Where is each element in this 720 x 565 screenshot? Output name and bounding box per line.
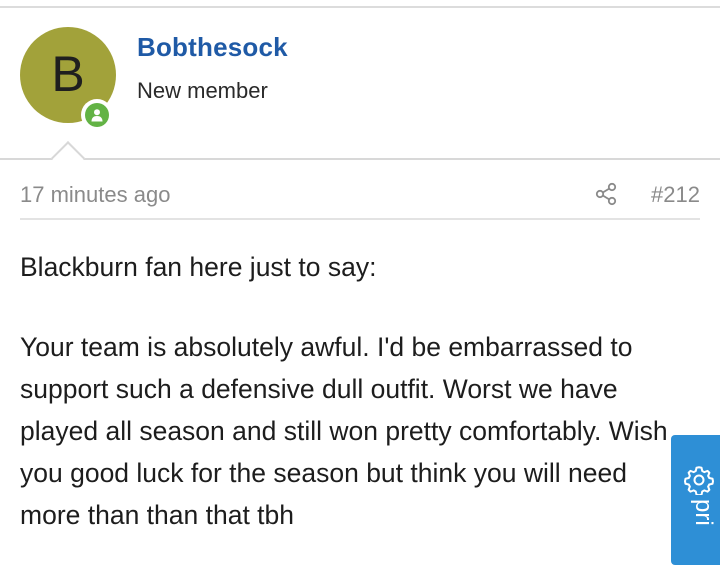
post-body: Blackburn fan here just to say: Your tea…: [20, 246, 670, 536]
privacy-settings-tab[interactable]: pri: [671, 435, 720, 565]
online-status-badge: [81, 99, 113, 131]
post-intro-text: Blackburn fan here just to say:: [20, 252, 377, 282]
post-meta: 17 minutes ago #212: [20, 176, 700, 218]
meta-divider: [20, 218, 700, 220]
username-link[interactable]: Bobthesock: [137, 32, 288, 63]
avatar-letter: B: [51, 46, 85, 102]
header-divider: [0, 158, 720, 160]
privacy-tab-label: pri: [690, 499, 717, 526]
gear-icon: [684, 466, 714, 495]
user-online-icon: [85, 103, 109, 127]
post-paragraph: Your team is absolutely awful. I'd be em…: [20, 332, 668, 530]
post-number-link[interactable]: #212: [651, 182, 700, 208]
post-author-header: B Bobthesock New member: [0, 8, 720, 158]
share-icon[interactable]: [594, 182, 618, 206]
user-title: New member: [137, 78, 268, 103]
post-timestamp[interactable]: 17 minutes ago: [20, 182, 170, 208]
